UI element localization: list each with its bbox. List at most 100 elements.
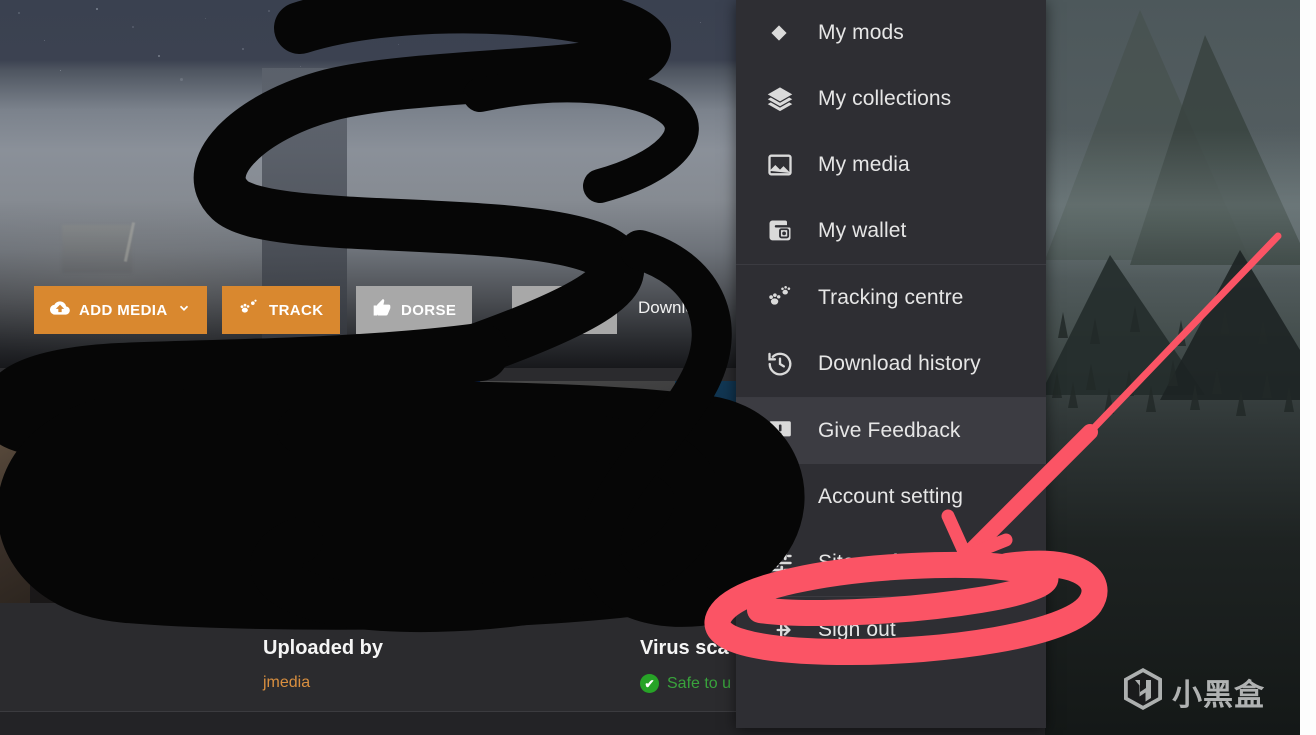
diamond-icon <box>766 20 818 46</box>
tree-shape <box>1068 382 1078 408</box>
uploaded-by-block: Uploaded by jmedia <box>263 637 383 692</box>
virus-scan-status-label: Safe to u <box>667 675 731 693</box>
menu-item-label: Account setting <box>818 485 963 509</box>
star-dot <box>310 34 311 35</box>
upload-cloud-icon <box>50 298 70 322</box>
tree-shape <box>1212 368 1222 394</box>
endorse-button[interactable]: DORSE <box>356 286 472 334</box>
tree-shape <box>1262 372 1272 398</box>
star-dot <box>700 22 701 23</box>
menu-group: Tracking centre Download history <box>736 264 1046 397</box>
star-dot <box>470 30 472 32</box>
menu-item-label: Sign out <box>818 618 896 642</box>
vote-button[interactable]: VOTE <box>512 286 617 334</box>
menu-item-give-feedback[interactable]: Give Feedback <box>736 398 1046 464</box>
tree-shape <box>1086 364 1096 390</box>
menu-item-label: Site preference <box>818 551 962 575</box>
menu-item-my-mods[interactable]: My mods <box>736 0 1046 66</box>
screenshot-stage: ADD MEDIA TRACK DORSE VOTE Download: 20 … <box>0 0 1316 735</box>
menu-item-label: My mods <box>818 21 904 45</box>
uploader-link-wrap[interactable]: jmedia <box>263 674 383 692</box>
person-gear-icon <box>766 483 818 511</box>
star-dot <box>660 84 663 87</box>
paw-prints-icon <box>766 285 818 311</box>
star-dot <box>158 55 160 57</box>
tree-shape <box>1146 386 1156 412</box>
tree-shape <box>1168 360 1178 386</box>
layers-icon <box>766 85 818 113</box>
menu-item-label: Give Feedback <box>818 419 961 443</box>
menu-item-site-preferences[interactable]: Site preference <box>736 530 1046 596</box>
tree-shape <box>1090 318 1100 344</box>
tree-shape <box>1058 312 1068 338</box>
track-button[interactable]: TRACK <box>222 286 340 334</box>
add-media-button[interactable]: ADD MEDIA <box>34 286 207 334</box>
menu-item-sign-out[interactable]: Sign out <box>736 597 1046 663</box>
tree-shape <box>1176 320 1186 346</box>
star-dot <box>600 12 603 15</box>
chevron-down-icon <box>177 301 191 319</box>
star-dot <box>398 44 399 45</box>
tree-shape <box>1236 390 1246 416</box>
tree-shape <box>1284 386 1294 412</box>
hero-ship <box>62 225 132 273</box>
uploaded-by-title: Uploaded by <box>263 637 383 660</box>
star-dot <box>540 70 542 72</box>
tree-shape <box>1220 308 1230 334</box>
star-dot <box>60 70 61 71</box>
sliders-icon <box>766 549 818 577</box>
star-dot <box>18 12 20 14</box>
star-dot <box>132 26 134 28</box>
menu-item-label: Tracking centre <box>818 286 963 310</box>
menu-item-tracking-centre[interactable]: Tracking centre <box>736 265 1046 331</box>
thumbnail-item[interactable] <box>480 381 675 603</box>
wallet-icon <box>766 217 818 245</box>
tree-shape <box>1052 372 1062 398</box>
download-count-label: Download: <box>638 298 718 318</box>
menu-group: Sign out <box>736 596 1046 663</box>
star-dot <box>268 10 270 12</box>
menu-item-download-history[interactable]: Download history <box>736 331 1046 397</box>
tree-shape <box>1124 370 1134 396</box>
star-dot <box>180 78 183 81</box>
sign-out-icon <box>766 616 818 644</box>
history-clock-icon <box>766 350 818 378</box>
menu-item-label: My collections <box>818 87 951 111</box>
menu-item-label: My media <box>818 153 910 177</box>
menu-item-label: Download history <box>818 352 981 376</box>
tree-shape <box>1130 306 1140 332</box>
menu-item-account-settings[interactable]: Account setting <box>736 464 1046 530</box>
menu-item-my-wallet[interactable]: My wallet <box>736 198 1046 264</box>
menu-group: My mods My collections My media My wallet <box>736 0 1046 264</box>
tree-shape <box>1258 318 1268 344</box>
menu-group: Give Feedback Account setting Site prefere… <box>736 397 1046 596</box>
watermark-text: 小黑盒 <box>1172 670 1265 714</box>
account-dropdown-menu[interactable]: My mods My collections My media My wallet Tr… <box>736 0 1046 728</box>
paw-prints-icon <box>238 298 260 322</box>
star-dot <box>520 20 523 23</box>
virus-scan-status: ✔ Safe to u <box>640 674 731 693</box>
virus-scan-title: Virus sca <box>640 637 731 660</box>
menu-item-my-collections[interactable]: My collections <box>736 66 1046 132</box>
menu-item-my-media[interactable]: My media <box>736 132 1046 198</box>
vote-label: VOTE <box>559 302 601 319</box>
star-dot <box>650 38 653 41</box>
tree-shape <box>1104 388 1114 414</box>
menu-item-label: My wallet <box>818 219 906 243</box>
thumbnail-item[interactable] <box>0 381 280 603</box>
endorse-label: DORSE <box>401 302 456 319</box>
hexagon-logo-icon <box>1124 668 1162 715</box>
page-scrollbar-track[interactable] <box>1300 0 1316 735</box>
virus-scan-block: Virus sca ✔ Safe to u <box>640 637 731 693</box>
add-media-label: ADD MEDIA <box>79 302 168 319</box>
thumbnail-item[interactable] <box>280 381 480 603</box>
star-dot <box>560 48 562 50</box>
tree-shape <box>1190 384 1200 410</box>
star-dot <box>352 16 354 18</box>
uploader-link[interactable]: jmedia <box>263 674 310 691</box>
check-circle-icon: ✔ <box>640 674 659 693</box>
track-label: TRACK <box>269 302 324 319</box>
star-dot <box>205 18 206 19</box>
star-dot <box>300 66 301 67</box>
star-dot <box>430 9 433 12</box>
